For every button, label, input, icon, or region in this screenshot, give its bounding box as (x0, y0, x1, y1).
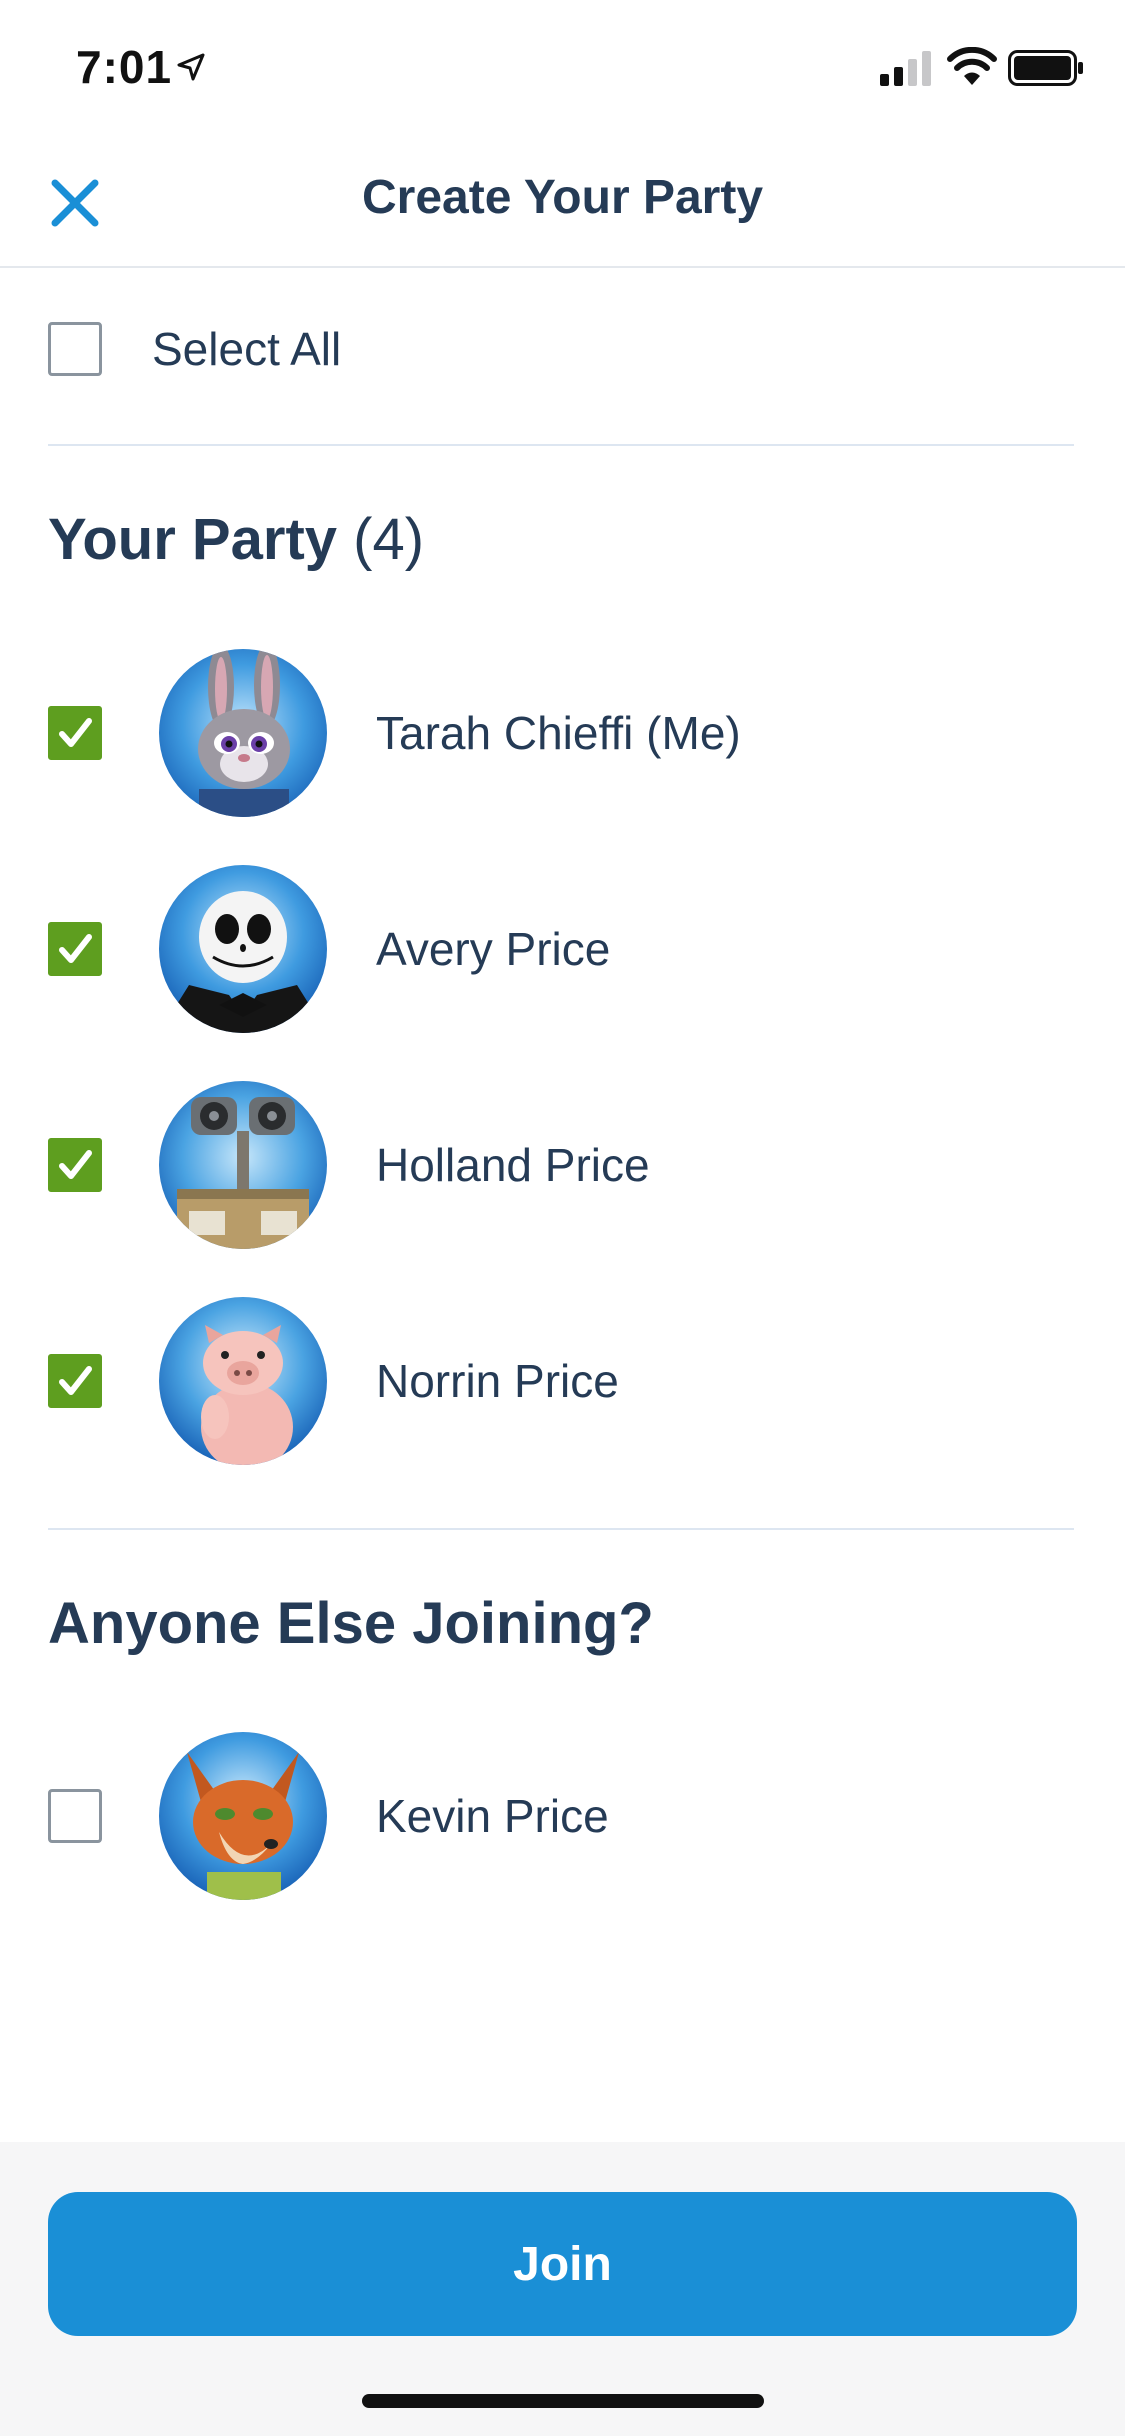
member-checkbox[interactable] (48, 1354, 102, 1408)
select-all-checkbox[interactable] (48, 322, 102, 376)
checkmark-icon (59, 1366, 92, 1395)
jack-skellington-avatar (159, 865, 327, 1033)
divider (48, 1528, 1074, 1530)
divider (48, 444, 1074, 446)
member-checkbox[interactable] (48, 922, 102, 976)
nav-header: Create Your Party (0, 132, 1125, 268)
location-arrow-icon (177, 53, 205, 81)
anyone-else-heading: Anyone Else Joining? (48, 1591, 654, 1656)
footer: Join (0, 2142, 1125, 2436)
select-all-label: Select All (152, 323, 342, 375)
member-checkbox[interactable] (48, 706, 102, 760)
your-party-title: Your Party (48, 507, 338, 572)
checkmark-icon (59, 718, 92, 747)
status-bar: 7:01 (0, 0, 1125, 132)
wifi-icon (947, 47, 997, 85)
member-checkbox[interactable] (48, 1138, 102, 1192)
your-party-heading: Your Party (4) (48, 506, 424, 573)
nick-wilde-avatar (159, 1732, 327, 1900)
cellular-signal-icon (880, 51, 931, 86)
party-member-row[interactable]: Avery Price (48, 864, 1078, 1034)
battery-icon (1008, 50, 1083, 86)
member-checkbox[interactable] (48, 1789, 102, 1843)
judy-hopps-avatar (159, 649, 327, 817)
wall-e-avatar (159, 1081, 327, 1249)
other-member-row[interactable]: Kevin Price (48, 1731, 1078, 1901)
page-title: Create Your Party (361, 171, 764, 224)
party-count: (4) (353, 507, 425, 572)
member-name: Avery Price (376, 923, 611, 975)
member-name: Norrin Price (376, 1355, 619, 1407)
party-member-row[interactable]: Tarah Chieffi (Me) (48, 648, 1078, 818)
checkmark-icon (59, 1150, 92, 1179)
join-button[interactable]: Join (48, 2192, 1077, 2336)
select-all-row[interactable]: Select All (48, 310, 1068, 388)
member-name: Kevin Price (376, 1790, 609, 1842)
checkmark-icon (59, 934, 92, 963)
party-member-row[interactable]: Norrin Price (48, 1296, 1078, 1466)
home-indicator (362, 2394, 764, 2408)
hamm-pig-avatar (159, 1297, 327, 1465)
member-name: Tarah Chieffi (Me) (376, 707, 741, 759)
member-name: Holland Price (376, 1139, 650, 1191)
party-member-row[interactable]: Holland Price (48, 1080, 1078, 1250)
status-time: 7:01 (76, 41, 173, 93)
